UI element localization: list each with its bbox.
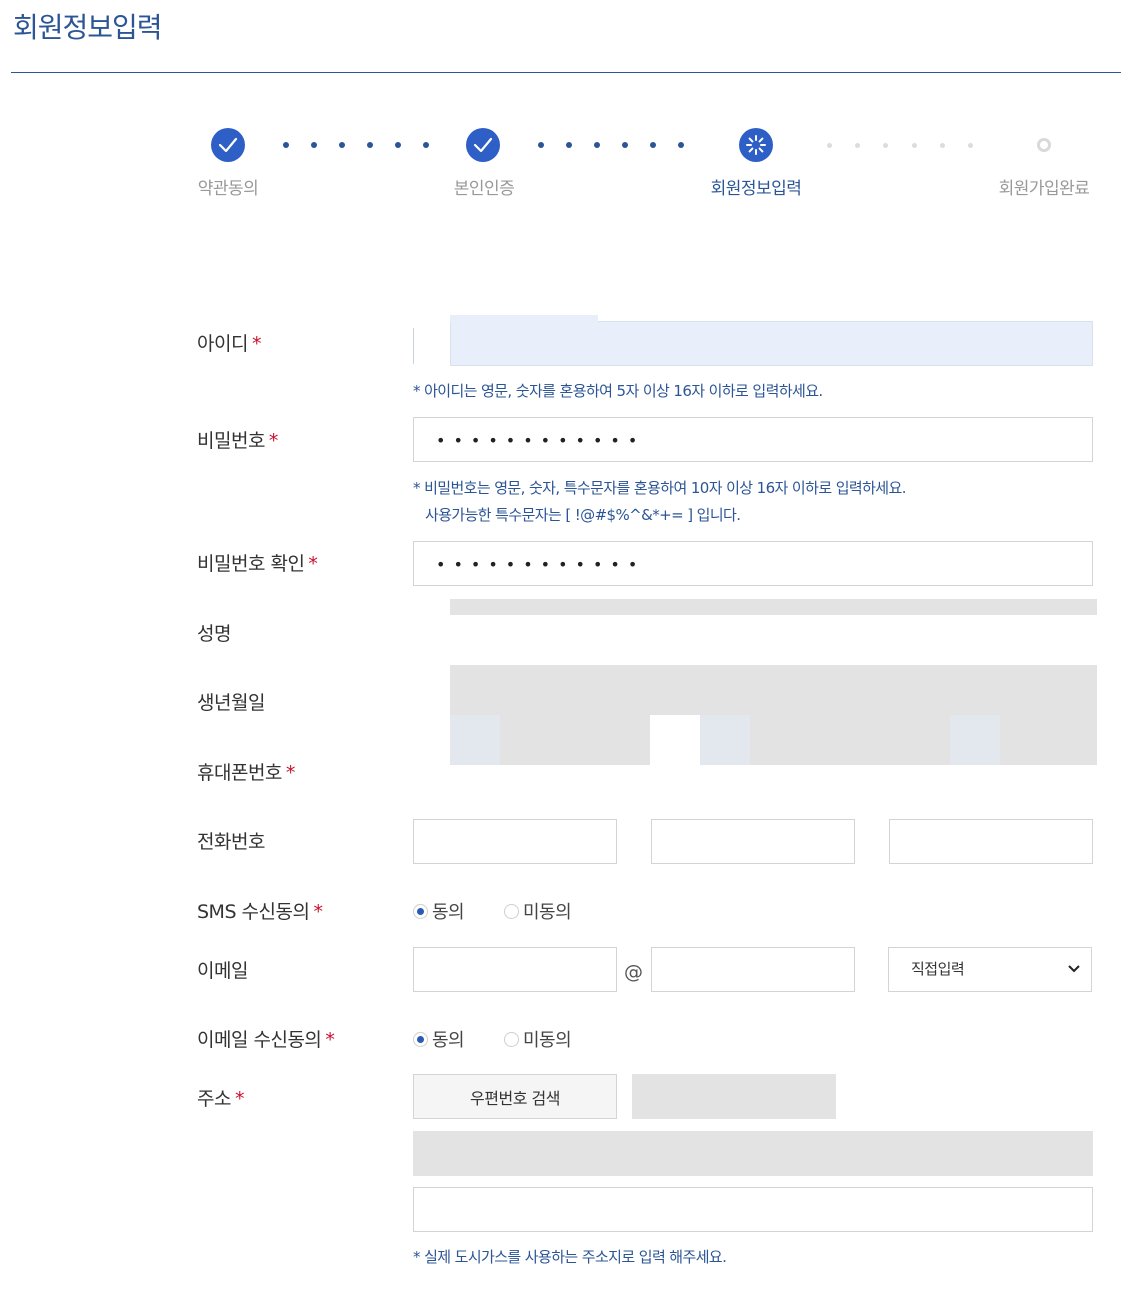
postcode-readonly-input <box>632 1074 836 1119</box>
phone-label: 전화번호 <box>197 831 265 853</box>
email-agree-radio[interactable] <box>413 1031 428 1047</box>
step-connector-1 <box>283 142 429 148</box>
address-detail-input[interactable] <box>413 1187 1093 1232</box>
sms-disagree-option[interactable]: 미동의 <box>504 898 572 924</box>
email-domain-select-value: 직접입력 <box>911 960 965 978</box>
sms-agree-label: 동의 <box>432 902 465 923</box>
password-confirm-mask: •••••••••••• <box>436 555 646 574</box>
email-disagree-option[interactable]: 미동의 <box>504 1026 572 1052</box>
page-title: 회원정보입력 <box>13 11 163 44</box>
email-disagree-label: 미동의 <box>523 1030 572 1051</box>
sms-agree-radio[interactable] <box>413 903 428 919</box>
step-connector-3 <box>827 143 973 149</box>
birth-label: 생년월일 <box>197 692 265 714</box>
password-help-text: * 비밀번호는 영문, 숫자, 특수문자를 혼용하여 10자 이상 16자 이하… <box>413 479 906 497</box>
name-label: 성명 <box>197 623 231 645</box>
sms-disagree-label: 미동의 <box>523 902 572 923</box>
email-disagree-radio[interactable] <box>504 1031 519 1047</box>
address-label: 주소 * <box>197 1088 244 1110</box>
step-2-label: 본인인증 <box>453 179 515 199</box>
email-agree-label: 동의 <box>432 1030 465 1051</box>
email-at-sign: @ <box>624 961 643 983</box>
phone-input-3[interactable] <box>889 819 1093 864</box>
step-connector-2 <box>538 142 684 148</box>
step-1-done-icon <box>211 128 245 162</box>
mobile-label: 휴대폰번호 * <box>197 762 295 784</box>
step-3-label: 회원정보입력 <box>710 179 802 199</box>
title-divider <box>11 72 1121 73</box>
id-label: 아이디 * <box>197 333 261 355</box>
email-label: 이메일 <box>197 960 248 982</box>
sms-agree-option[interactable]: 동의 <box>413 898 465 924</box>
id-input-overlay <box>450 315 598 323</box>
password-confirm-input[interactable]: •••••••••••• <box>413 541 1093 586</box>
id-field-edge <box>413 328 414 364</box>
password-mask: •••••••••••• <box>436 431 646 450</box>
password-label: 비밀번호 * <box>197 430 278 452</box>
password-special-chars-text: 사용가능한 특수문자는 [ !@#$%^&*+= ] 입니다. <box>425 506 741 524</box>
step-2-done-icon <box>466 128 500 162</box>
name-field-readonly <box>450 599 1097 615</box>
phone-input-1[interactable] <box>413 819 617 864</box>
email-consent-label: 이메일 수신동의 * <box>197 1029 335 1051</box>
chevron-down-icon <box>1068 965 1080 973</box>
step-1-label: 약관동의 <box>197 179 259 199</box>
postcode-search-button[interactable]: 우편번호 검색 <box>413 1074 617 1119</box>
mobile-part-3 <box>950 715 1000 765</box>
password-confirm-label: 비밀번호 확인 * <box>197 553 318 575</box>
password-input[interactable]: •••••••••••• <box>413 417 1093 462</box>
address-help-text: * 실제 도시가스를 사용하는 주소지로 입력 해주세요. <box>413 1248 727 1266</box>
email-domain-input[interactable] <box>651 947 855 992</box>
email-agree-option[interactable]: 동의 <box>413 1026 465 1052</box>
mobile-gap <box>650 715 700 765</box>
email-domain-select[interactable]: 직접입력 <box>888 947 1092 992</box>
email-local-input[interactable] <box>413 947 617 992</box>
id-input[interactable] <box>450 321 1093 366</box>
sms-consent-label: SMS 수신동의 * <box>197 901 323 923</box>
step-3-progress-icon <box>739 128 773 162</box>
step-4-pending-icon <box>1037 138 1051 152</box>
sms-disagree-radio[interactable] <box>504 903 519 919</box>
mobile-part-2 <box>700 715 750 765</box>
phone-input-2[interactable] <box>651 819 855 864</box>
mobile-part-1 <box>450 715 500 765</box>
step-4-label: 회원가입완료 <box>998 179 1090 199</box>
id-help-text: * 아이디는 영문, 숫자를 혼용하여 5자 이상 16자 이하로 입력하세요. <box>413 382 823 400</box>
address-readonly-input <box>413 1131 1093 1176</box>
